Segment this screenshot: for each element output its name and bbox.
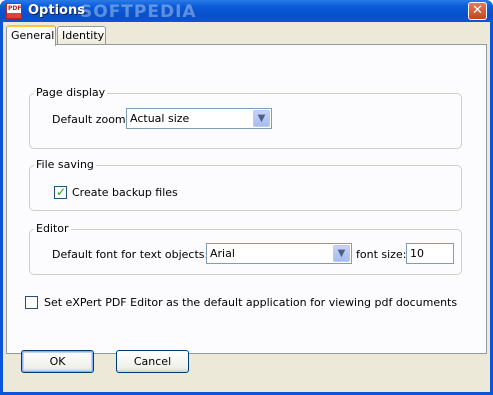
font-size-input[interactable]: 10 — [406, 243, 454, 264]
file-saving-group: File saving ✓ Create backup files — [29, 158, 462, 211]
editor-title: Editor — [34, 222, 71, 235]
default-zoom-value: Actual size — [130, 112, 190, 125]
create-backup-label[interactable]: Create backup files — [72, 186, 178, 199]
window-title: Options — [28, 3, 85, 18]
page-display-group: Page display Default zoom: Actual size ▼ — [29, 86, 462, 149]
cancel-button-label: Cancel — [133, 355, 172, 368]
options-window: PDF Options SOFTPEDIA ✕ General Identity… — [0, 0, 493, 395]
default-app-label[interactable]: Set eXPert PDF Editor as the default app… — [44, 296, 457, 309]
checkmark-icon: ✓ — [56, 185, 67, 199]
chevron-down-icon[interactable]: ▼ — [253, 110, 270, 127]
cancel-button[interactable]: Cancel — [116, 350, 189, 373]
default-zoom-select[interactable]: Actual size ▼ — [126, 108, 272, 129]
ok-button[interactable]: OK — [21, 350, 94, 373]
general-tab-panel: Page display Default zoom: Actual size ▼… — [6, 44, 487, 354]
title-bar[interactable]: PDF Options SOFTPEDIA ✕ — [0, 0, 493, 22]
editor-group: Editor Default font for text objects: Ar… — [29, 222, 462, 275]
default-font-label: Default font for text objects: — [52, 248, 209, 261]
default-app-checkbox[interactable] — [25, 296, 38, 309]
dialog-client: General Identity Page display Default zo… — [3, 22, 490, 392]
page-display-title: Page display — [34, 86, 108, 99]
close-button[interactable]: ✕ — [468, 2, 487, 20]
default-font-select[interactable]: Arial ▼ — [206, 243, 352, 264]
default-zoom-label: Default zoom: — [52, 113, 130, 126]
chevron-down-icon[interactable]: ▼ — [333, 245, 350, 262]
tab-general[interactable]: General — [6, 25, 56, 46]
tab-identity[interactable]: Identity — [57, 26, 106, 45]
font-size-label: font size: — [356, 248, 407, 261]
default-font-value: Arial — [210, 247, 235, 260]
pdf-app-icon: PDF — [6, 3, 22, 19]
ok-button-label: OK — [49, 355, 66, 368]
font-size-value: 10 — [410, 247, 424, 260]
softpedia-watermark: SOFTPEDIA — [80, 2, 197, 22]
file-saving-title: File saving — [34, 158, 96, 171]
create-backup-checkbox[interactable]: ✓ — [54, 185, 67, 199]
